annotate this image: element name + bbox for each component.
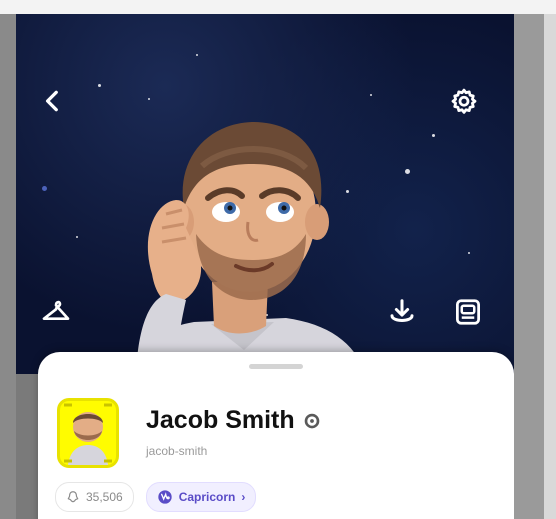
bitmoji-avatar[interactable] (116, 104, 406, 374)
back-button[interactable] (36, 84, 70, 118)
ghost-score-icon (67, 491, 79, 503)
star (76, 236, 78, 238)
display-name-text: Jacob Smith (146, 406, 295, 434)
top-bar (0, 0, 556, 14)
hanger-icon (42, 300, 70, 320)
story-frame-icon (456, 299, 480, 325)
snap-score-value: 35,506 (86, 490, 123, 504)
star (98, 84, 101, 87)
username: jacob-smith (146, 444, 208, 458)
profile-screen: Jacob Smith jacob-smith 35,506 Capricorn (16, 14, 514, 519)
profile-card[interactable]: Jacob Smith jacob-smith 35,506 Capricorn (38, 352, 514, 519)
snapcode-avatar[interactable] (57, 398, 119, 468)
chevron-left-icon (45, 90, 58, 112)
download-button[interactable] (382, 292, 422, 332)
star (468, 252, 470, 254)
zodiac-chip[interactable]: Capricorn › (145, 482, 257, 512)
profile-chips: 35,506 Capricorn › (55, 482, 257, 512)
capricorn-icon (158, 490, 172, 504)
outfit-button[interactable] (36, 292, 76, 332)
left-margin (0, 14, 16, 519)
settings-button[interactable] (446, 84, 482, 120)
chevron-right-icon: › (241, 490, 246, 504)
right-margin (514, 14, 556, 519)
drag-handle[interactable] (249, 364, 303, 369)
star (148, 98, 150, 100)
display-name: Jacob Smith (146, 406, 321, 435)
star (370, 94, 372, 96)
bitmoji-mini-icon (64, 403, 112, 465)
story-frame-button[interactable] (448, 292, 488, 332)
star (432, 134, 435, 137)
gear-icon (451, 88, 477, 114)
snap-score-chip[interactable]: 35,506 (55, 482, 134, 512)
star (196, 54, 198, 56)
settings-badge-icon (304, 413, 319, 428)
zodiac-label: Capricorn (178, 490, 236, 504)
star (42, 186, 47, 191)
download-icon (390, 299, 414, 322)
